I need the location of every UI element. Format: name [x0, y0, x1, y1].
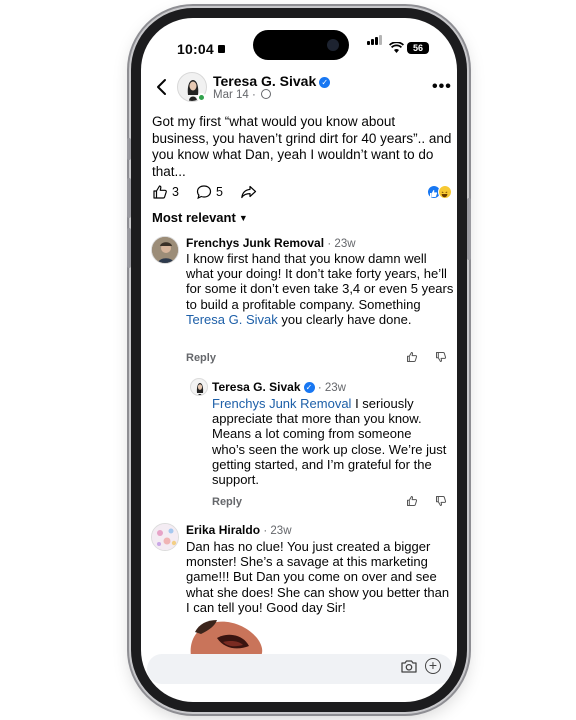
reply-button[interactable]: Reply	[212, 496, 242, 508]
post-author-name[interactable]: Teresa G. Sivak	[213, 73, 316, 89]
action-button	[127, 138, 131, 160]
comment-author-name[interactable]: Erika Hiraldo	[186, 523, 260, 537]
battery-icon: 56	[407, 42, 429, 54]
status-time: 10:04	[177, 41, 225, 57]
thumb-up-icon[interactable]	[406, 495, 418, 507]
haha-reaction-icon	[438, 185, 452, 199]
thumb-up-icon[interactable]	[406, 351, 418, 363]
reply-button[interactable]: Reply	[186, 352, 216, 364]
comment-icon	[196, 185, 212, 200]
status-time-label: 10:04	[177, 41, 214, 57]
verified-badge-icon: ✓	[319, 77, 331, 88]
verified-badge-icon: ✓	[303, 382, 315, 393]
comment-avatar[interactable]	[151, 236, 179, 264]
phone-screen: 10:04 56 Teresa G. Sivak ✓ Mar 14 · ••• G…	[141, 18, 457, 702]
comment-author[interactable]: Frenchys Junk Removal · 23w	[186, 236, 356, 250]
front-camera	[327, 39, 339, 51]
reply-avatar[interactable]	[190, 378, 208, 396]
comment-time: · 23w	[263, 525, 292, 537]
comment-mention[interactable]: Teresa G. Sivak	[186, 312, 278, 327]
like-icon	[153, 185, 167, 199]
comment-author[interactable]: Erika Hiraldo · 23w	[186, 523, 292, 537]
post-meta: Mar 14 ·	[213, 89, 272, 101]
share-button[interactable]	[240, 184, 257, 200]
post-text: Got my first “what would you know about …	[152, 114, 452, 179]
comment-author-name[interactable]: Frenchys Junk Removal	[186, 236, 324, 250]
chevron-down-icon: ▼	[238, 213, 248, 223]
reply-mention[interactable]: Frenchys Junk Removal	[212, 396, 351, 411]
lock-icon	[217, 45, 225, 53]
reply-author-name[interactable]: Teresa G. Sivak	[212, 380, 301, 394]
comment-avatar[interactable]	[151, 523, 179, 551]
wifi-icon	[389, 42, 404, 53]
sort-dropdown[interactable]: Most relevant ▼	[152, 210, 248, 225]
comment-text-start: I know first hand that you know damn wel…	[186, 251, 454, 312]
like-count: 3	[172, 185, 179, 199]
globe-icon	[261, 89, 272, 99]
reply-author[interactable]: Teresa G. Sivak ✓ · 23w	[212, 380, 346, 394]
comment-text: I know first hand that you know damn wel…	[186, 251, 454, 327]
comment-count: 5	[216, 185, 223, 199]
online-indicator	[197, 93, 206, 102]
like-button[interactable]: 3	[152, 184, 179, 200]
volume-up-button	[127, 178, 131, 218]
post-author[interactable]: Teresa G. Sivak ✓	[213, 73, 331, 89]
comment-text: Dan has no clue! You just created a bigg…	[186, 539, 450, 615]
power-button	[467, 198, 471, 260]
thumb-down-icon[interactable]	[435, 351, 447, 363]
thumb-down-icon[interactable]	[435, 495, 447, 507]
reply-text: Frenchys Junk Removal I seriously apprec…	[212, 396, 448, 487]
sort-label: Most relevant	[152, 210, 236, 225]
reply-time: · 23w	[317, 382, 346, 394]
more-icon[interactable]: •••	[432, 78, 452, 96]
post-date: Mar 14 ·	[213, 89, 256, 101]
camera-icon[interactable]	[400, 659, 418, 674]
comment-text-end: you clearly have done.	[277, 311, 412, 327]
reply-avatar-image	[196, 383, 204, 395]
plus-icon[interactable]: +	[425, 658, 441, 674]
comment-avatar-image	[152, 524, 178, 550]
back-arrow-icon[interactable]	[151, 76, 173, 98]
comment-avatar-image	[152, 237, 178, 263]
comment-time: · 23w	[327, 238, 356, 250]
comment-image[interactable]	[185, 616, 269, 656]
dynamic-island	[253, 30, 349, 60]
reaction-summary[interactable]	[427, 185, 453, 199]
comment-button[interactable]: 5	[196, 184, 223, 200]
volume-down-button	[127, 228, 131, 268]
share-icon	[241, 185, 257, 199]
